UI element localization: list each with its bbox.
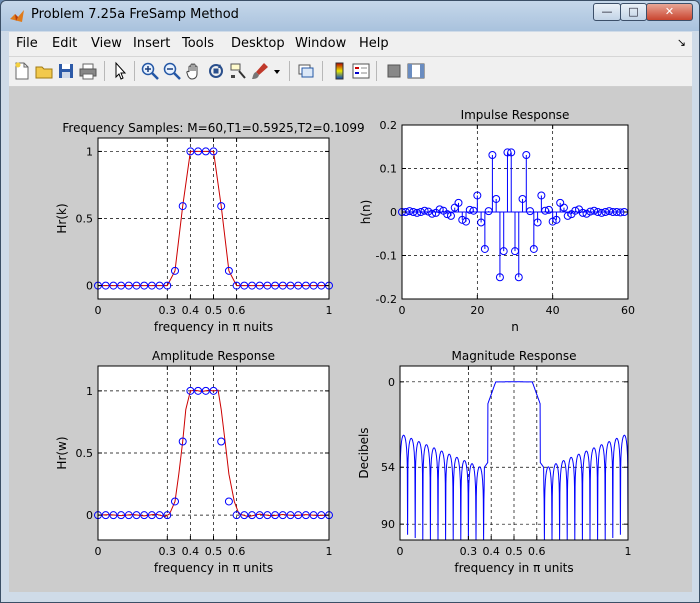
axes-title: Impulse Response bbox=[461, 108, 570, 122]
zoom-in-icon[interactable] bbox=[140, 61, 160, 81]
x-tick-label: 0.4 bbox=[482, 545, 500, 558]
menu-dock-arrow-icon[interactable]: ↘ bbox=[677, 36, 686, 49]
y-axis-label: Hr(w) bbox=[55, 436, 69, 469]
y-tick-label: 0 bbox=[388, 376, 395, 389]
x-tick-label: 1 bbox=[326, 304, 333, 317]
x-tick-label: 40 bbox=[546, 304, 560, 317]
x-tick-label: 20 bbox=[470, 304, 484, 317]
toolbar-separator bbox=[289, 61, 290, 81]
toolbar-separator bbox=[322, 61, 323, 81]
x-tick-label: 0 bbox=[95, 304, 102, 317]
legend-icon[interactable] bbox=[351, 61, 371, 81]
y-tick-label: 0.2 bbox=[380, 119, 398, 132]
x-axis-label: frequency in π nuits bbox=[154, 320, 273, 334]
close-button[interactable]: ✕ bbox=[646, 3, 693, 21]
x-tick-label: 0.5 bbox=[205, 304, 223, 317]
x-tick-label: 0 bbox=[399, 304, 406, 317]
x-tick-label: 0.3 bbox=[159, 545, 177, 558]
y-tick-label: 0 bbox=[390, 206, 397, 219]
show-plot-tools-icon[interactable] bbox=[406, 61, 426, 81]
figure-toolbar bbox=[9, 57, 692, 87]
axes-1 bbox=[94, 137, 333, 300]
x-tick-label: 1 bbox=[326, 545, 333, 558]
minimize-button[interactable]: — bbox=[593, 3, 621, 21]
zoom-out-icon[interactable] bbox=[162, 61, 182, 81]
x-tick-label: 0.5 bbox=[505, 545, 523, 558]
x-tick-label: 0.3 bbox=[159, 304, 177, 317]
brush-dropdown-icon[interactable] bbox=[272, 61, 282, 81]
axes-2 bbox=[398, 124, 629, 300]
pan-hand-icon[interactable] bbox=[184, 61, 204, 81]
hide-plot-tools-icon[interactable] bbox=[384, 61, 404, 81]
figure-canvas: 0 0.3 0.4 0.5 0.6 1 0 0.5 1 Frequency Samples: M=… bbox=[9, 87, 692, 592]
x-axis-label: frequency in π units bbox=[454, 561, 573, 575]
y-tick-label: 0.5 bbox=[76, 213, 94, 226]
menu-view[interactable]: View bbox=[91, 36, 122, 51]
data-cursor-icon[interactable] bbox=[228, 61, 248, 81]
axes-title: Magnitude Response bbox=[451, 349, 576, 363]
toolbar-separator bbox=[376, 61, 377, 81]
brush-icon[interactable] bbox=[250, 61, 270, 81]
menu-edit[interactable]: Edit bbox=[52, 36, 77, 51]
window-title: Problem 7.25a FreSamp Method bbox=[31, 7, 239, 22]
x-tick-label: 1 bbox=[625, 545, 632, 558]
y-axis-label: Decibels bbox=[357, 427, 371, 478]
y-tick-label: -0.2 bbox=[376, 293, 397, 306]
menu-help[interactable]: Help bbox=[359, 36, 389, 51]
axes-title: Amplitude Response bbox=[152, 349, 275, 363]
y-tick-label: 1 bbox=[86, 145, 93, 158]
link-plot-icon[interactable] bbox=[296, 61, 316, 81]
x-tick-label: 0 bbox=[95, 545, 102, 558]
axes-title: Frequency Samples: M=60,T1=0.5925,T2=0.1… bbox=[62, 121, 364, 135]
menu-insert[interactable]: Insert bbox=[133, 36, 170, 51]
pointer-icon[interactable] bbox=[110, 61, 130, 81]
y-axis-label: h(n) bbox=[359, 200, 373, 225]
title-bar[interactable]: Problem 7.25a FreSamp Method — □ ✕ bbox=[1, 1, 699, 31]
x-tick-label: 0.6 bbox=[228, 545, 246, 558]
print-icon[interactable] bbox=[78, 61, 98, 81]
toolbar-separator bbox=[104, 61, 105, 81]
y-tick-label: 0 bbox=[86, 509, 93, 522]
maximize-button[interactable]: □ bbox=[620, 3, 647, 21]
matlab-logo-icon bbox=[10, 10, 24, 22]
menu-bar: File Edit View Insert Tools Desktop Wind… bbox=[9, 32, 692, 57]
plots-svg: 0 0.3 0.4 0.5 0.6 1 0 0.5 1 Frequency Samples: M=… bbox=[55, 108, 635, 575]
open-file-icon[interactable] bbox=[34, 61, 54, 81]
toolbar-separator bbox=[134, 61, 135, 81]
y-tick-label: 0.1 bbox=[380, 163, 398, 176]
y-tick-label: 0 bbox=[86, 280, 93, 293]
axes-4 bbox=[399, 365, 629, 541]
y-axis-label: Hr(k) bbox=[55, 203, 69, 233]
y-tick-label: 0.5 bbox=[76, 447, 94, 460]
x-tick-label: 0.3 bbox=[460, 545, 478, 558]
x-tick-label: 0.4 bbox=[182, 545, 200, 558]
rotate-3d-icon[interactable] bbox=[206, 61, 226, 81]
y-tick-label: 90 bbox=[381, 518, 395, 531]
x-axis-label: frequency in π units bbox=[154, 561, 273, 575]
x-tick-label: 0.5 bbox=[205, 545, 223, 558]
menu-tools[interactable]: Tools bbox=[182, 36, 214, 51]
save-icon[interactable] bbox=[56, 61, 76, 81]
menu-file[interactable]: File bbox=[16, 36, 38, 51]
x-tick-label: 0 bbox=[397, 545, 404, 558]
menu-desktop[interactable]: Desktop bbox=[231, 36, 285, 51]
y-tick-label: -0.1 bbox=[376, 250, 397, 263]
x-tick-label: 0.4 bbox=[182, 304, 200, 317]
axes-3 bbox=[94, 365, 333, 541]
x-tick-label: 0.6 bbox=[228, 304, 246, 317]
x-tick-label: 0.6 bbox=[528, 545, 546, 558]
x-axis-label: n bbox=[511, 320, 519, 334]
menu-window[interactable]: Window bbox=[295, 36, 346, 51]
y-tick-label: 1 bbox=[86, 385, 93, 398]
figure-window: Problem 7.25a FreSamp Method — □ ✕ File … bbox=[0, 0, 700, 603]
colorbar-icon[interactable] bbox=[329, 61, 349, 81]
x-tick-label: 60 bbox=[621, 304, 635, 317]
new-figure-icon[interactable] bbox=[12, 61, 32, 81]
y-tick-label: 54 bbox=[381, 461, 395, 474]
